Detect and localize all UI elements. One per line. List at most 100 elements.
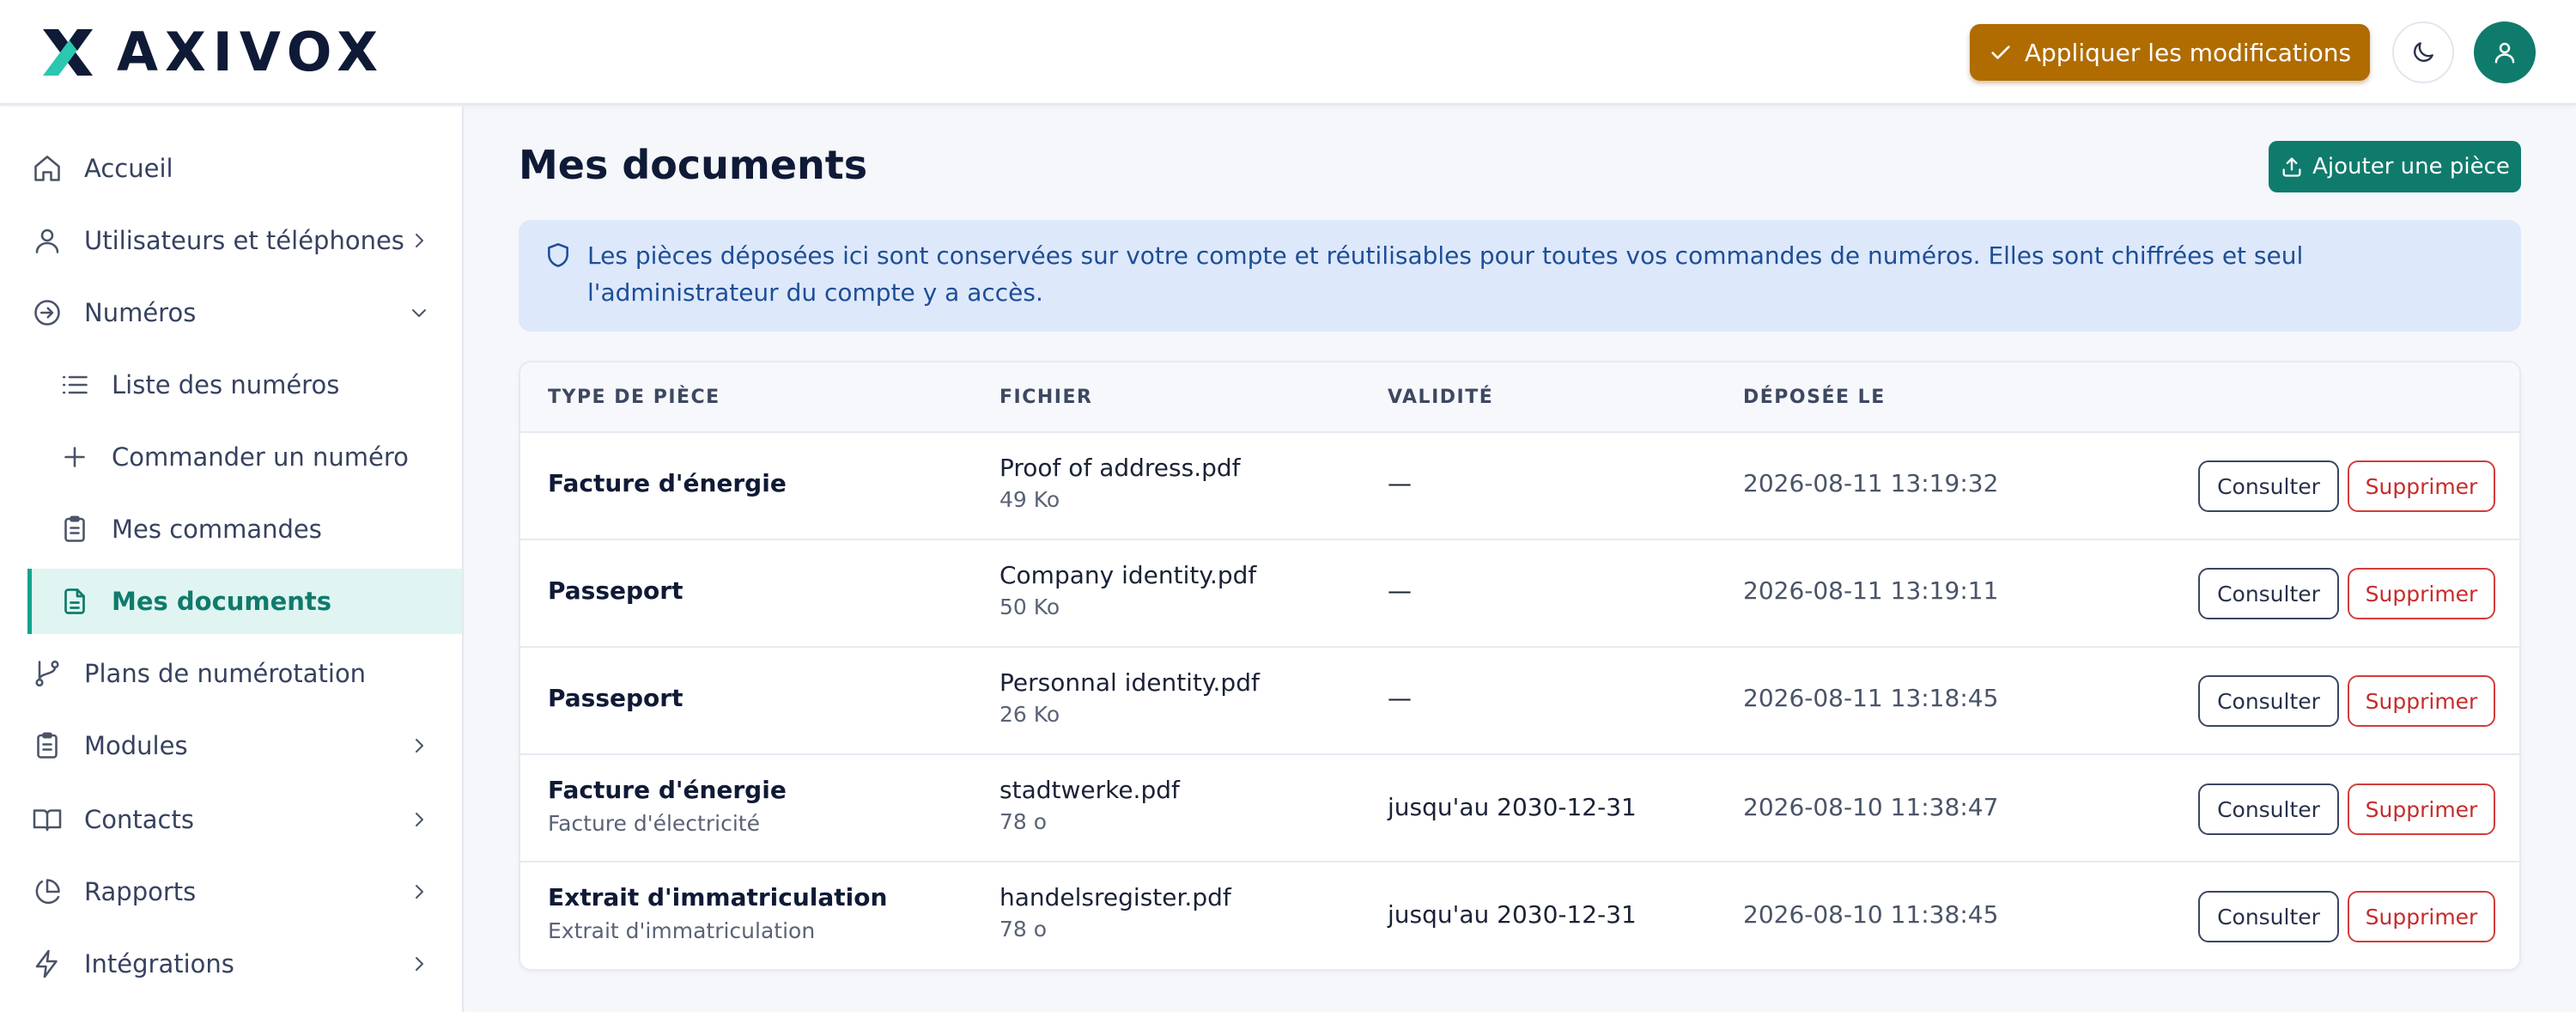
brand-name: AXIVOX — [117, 21, 386, 83]
sidebar-item-label: Accueil — [84, 154, 173, 183]
sidebar-item-rapports[interactable]: Rapports — [0, 859, 462, 924]
file-size: 78 o — [999, 917, 1048, 942]
file-cell: Proof of address.pdf 49 Ko — [999, 454, 1241, 512]
git-branch-icon — [32, 658, 63, 689]
table-row: Extrait d'immatriculation Extrait d'imma… — [520, 863, 2519, 969]
file-name: Company identity.pdf — [999, 561, 1257, 589]
check-icon — [1991, 46, 2010, 59]
document-subtype: Facture d'électricité — [548, 811, 760, 836]
sidebar: Accueil Utilisateurs et téléphones Numér… — [0, 107, 464, 1012]
info-banner: Les pièces déposées ici sont conservées … — [519, 220, 2521, 332]
consult-button[interactable]: Consulter — [2198, 460, 2339, 512]
plus-icon — [59, 442, 90, 472]
sidebar-item-label: Numéros — [84, 298, 197, 327]
document-type: Extrait d'immatriculation — [548, 883, 888, 911]
apply-changes-label: Appliquer les modifications — [2024, 38, 2352, 67]
sidebar-item-label: Plans de numérotation — [84, 659, 367, 688]
document-type: Passeport — [548, 684, 683, 712]
sidebar-item-label: Mes commandes — [112, 515, 322, 544]
file-name: Proof of address.pdf — [999, 454, 1241, 482]
user-icon — [2494, 42, 2515, 64]
sidebar-item-numeros[interactable]: Numéros — [0, 280, 462, 345]
chevron-right-icon — [416, 957, 423, 971]
shield-icon — [548, 243, 568, 267]
table-row: Passeport Company identity.pdf 50 Ko — 2… — [520, 540, 2519, 648]
clipboard-icon — [59, 514, 90, 545]
validity: — — [1388, 684, 1412, 712]
deposit-date: 2026-08-11 13:18:45 — [1743, 684, 1999, 712]
sidebar-item-label: Mes documents — [112, 587, 332, 616]
document-type-cell: Facture d'énergie Facture d'électricité — [548, 776, 787, 836]
page-title: Mes documents — [519, 142, 868, 188]
consult-button[interactable]: Consulter — [2198, 675, 2339, 727]
sidebar-item-mes-commandes[interactable]: Mes commandes — [0, 497, 462, 562]
consult-button[interactable]: Consulter — [2198, 568, 2339, 619]
document-type: Passeport — [548, 576, 683, 605]
file-size: 78 o — [999, 809, 1048, 834]
table-row: Facture d'énergie Facture d'électricité … — [520, 755, 2519, 863]
sidebar-item-mes-documents[interactable]: Mes documents — [27, 569, 462, 634]
consult-button[interactable]: Consulter — [2198, 891, 2339, 942]
user-icon — [32, 225, 63, 256]
add-document-label: Ajouter une pièce — [2312, 154, 2510, 180]
sidebar-item-contacts[interactable]: Contacts — [0, 787, 462, 852]
sidebar-item-label: Liste des numéros — [112, 370, 340, 399]
column-header-validity: VALIDITÉ — [1388, 387, 1494, 408]
arrow-circle-icon — [32, 297, 63, 328]
deposit-date: 2026-08-10 11:38:45 — [1743, 900, 1999, 929]
sidebar-item-integrations[interactable]: Intégrations — [0, 931, 462, 997]
file-cell: Company identity.pdf 50 Ko — [999, 561, 1256, 619]
file-size: 50 Ko — [999, 594, 1060, 619]
delete-button[interactable]: Supprimer — [2348, 675, 2495, 727]
column-header-file: FICHIER — [999, 387, 1093, 408]
deposit-date: 2026-08-11 13:19:32 — [1743, 469, 1999, 497]
validity: — — [1388, 576, 1412, 605]
file-cell: handelsregister.pdf 78 o — [999, 883, 1231, 942]
file-name: handelsregister.pdf — [999, 883, 1231, 911]
sidebar-item-label: Intégrations — [84, 949, 234, 978]
book-icon — [32, 804, 63, 835]
column-header-deposited: DÉPOSÉE LE — [1743, 387, 1886, 408]
sidebar-item-label: Modules — [84, 731, 188, 760]
file-cell: Personnal identity.pdf 26 Ko — [999, 668, 1260, 727]
delete-button[interactable]: Supprimer — [2348, 568, 2495, 619]
deposit-date: 2026-08-11 13:19:11 — [1743, 576, 1999, 605]
deposit-date: 2026-08-10 11:38:47 — [1743, 793, 1999, 821]
apply-changes-button[interactable]: Appliquer les modifications — [1970, 24, 2370, 81]
home-icon — [32, 153, 63, 184]
delete-button[interactable]: Supprimer — [2348, 891, 2495, 942]
axivox-logo-icon[interactable] — [39, 26, 96, 79]
delete-button[interactable]: Supprimer — [2348, 460, 2495, 512]
sidebar-item-commander-numero[interactable]: Commander un numéro — [0, 424, 462, 490]
sidebar-item-label: Contacts — [84, 805, 194, 834]
user-avatar-button[interactable] — [2474, 21, 2536, 83]
documents-table: TYPE DE PIÈCE FICHIER VALIDITÉ DÉPOSÉE L… — [519, 361, 2521, 971]
file-name: stadtwerke.pdf — [999, 776, 1180, 804]
sidebar-item-label: Rapports — [84, 877, 197, 906]
validity: — — [1388, 469, 1412, 497]
validity: jusqu'au 2030-12-31 — [1388, 900, 1637, 929]
sidebar-item-plans-numerotation[interactable]: Plans de numérotation — [0, 641, 462, 706]
file-cell: stadtwerke.pdf 78 o — [999, 776, 1180, 834]
document-type-cell: Facture d'énergie — [548, 469, 787, 497]
sidebar-item-modules[interactable]: Modules — [0, 713, 462, 778]
clipboard-icon — [32, 730, 63, 761]
file-size: 49 Ko — [999, 487, 1060, 512]
add-document-button[interactable]: Ajouter une pièce — [2269, 141, 2521, 192]
consult-button[interactable]: Consulter — [2198, 783, 2339, 835]
chevron-down-icon — [412, 309, 426, 317]
moon-icon — [2414, 42, 2433, 62]
document-type-cell: Extrait d'immatriculation Extrait d'imma… — [548, 883, 887, 943]
delete-button[interactable]: Supprimer — [2348, 783, 2495, 835]
sidebar-item-liste-numeros[interactable]: Liste des numéros — [0, 352, 462, 418]
document-type: Facture d'énergie — [548, 776, 787, 804]
sidebar-item-utilisateurs[interactable]: Utilisateurs et téléphones — [0, 208, 462, 273]
document-icon — [59, 586, 90, 617]
file-name: Personnal identity.pdf — [999, 668, 1260, 697]
chevron-right-icon — [416, 885, 423, 899]
chevron-right-icon — [416, 813, 423, 826]
document-type-cell: Passeport — [548, 684, 683, 712]
theme-toggle-button[interactable] — [2392, 21, 2454, 83]
sidebar-item-accueil[interactable]: Accueil — [0, 136, 462, 201]
upload-icon — [2282, 157, 2301, 177]
